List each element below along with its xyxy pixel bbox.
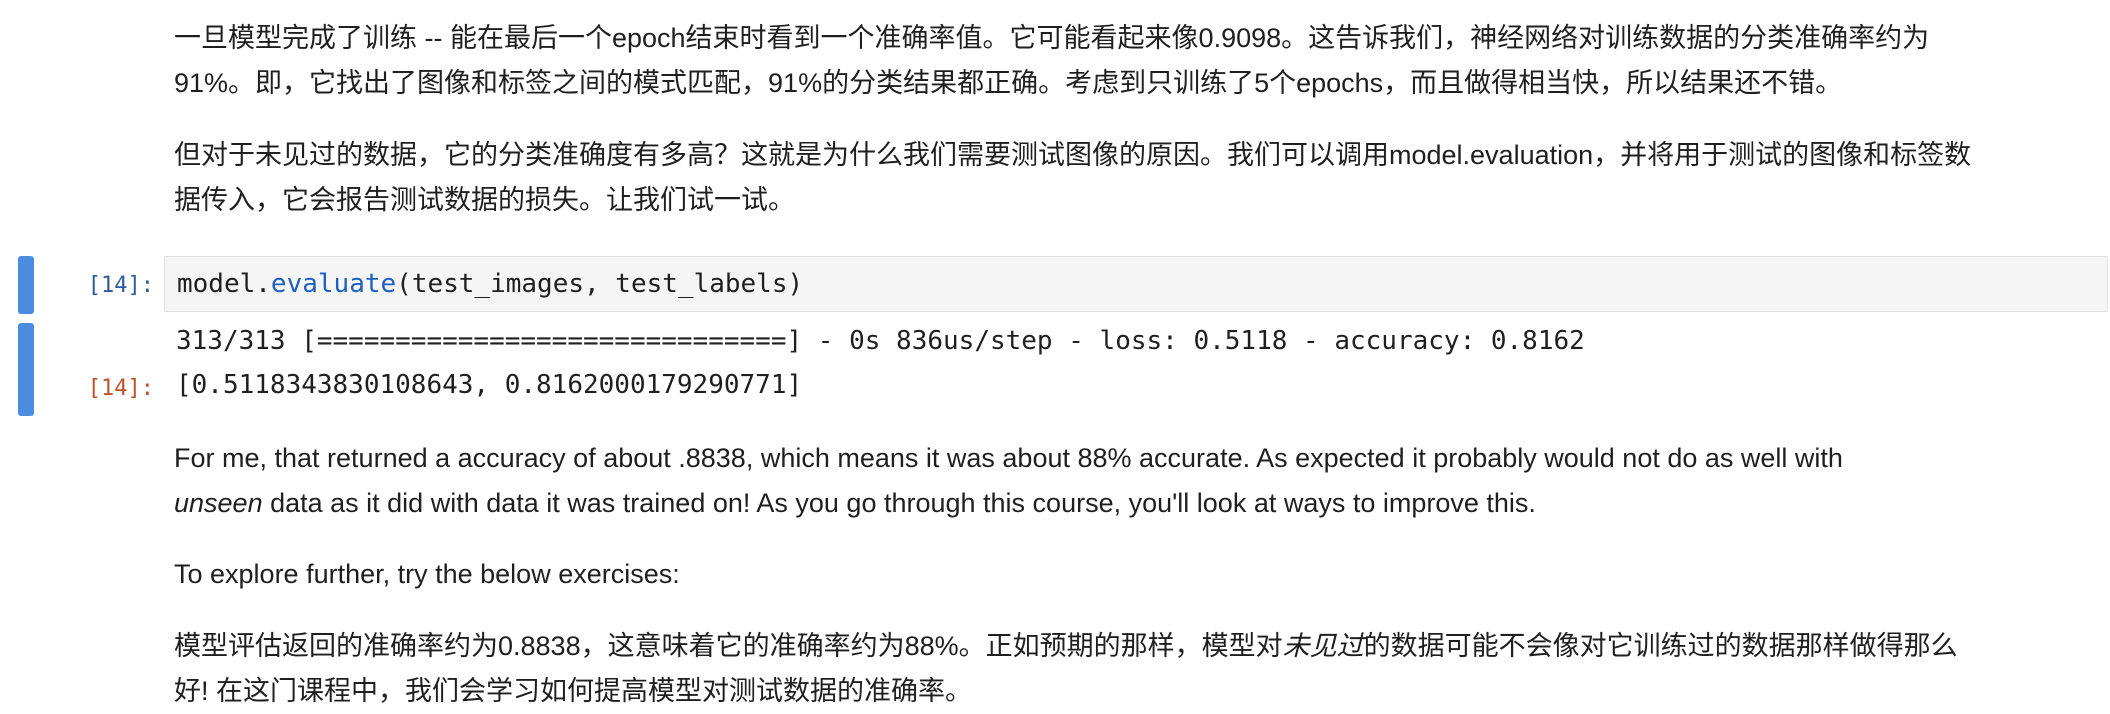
output-cell-selection-bar[interactable] xyxy=(18,323,34,416)
markdown-paragraph-accuracy-note-zh: 模型评估返回的准确率约为0.8838，这意味着它的准确率约为88%。正如预期的那… xyxy=(174,624,2054,714)
paragraph-line: For me, that returned a accuracy of abou… xyxy=(174,443,1843,473)
paragraph-line: 但对于未见过的数据，它的分类准确度有多高？这就是为什么我们需要测试图像的原因。我… xyxy=(174,140,1972,170)
italic-unseen: unseen xyxy=(174,488,263,518)
paragraph-line: 好! 在这门课程中，我们会学习如何提高模型对测试数据的准确率。 xyxy=(174,676,973,706)
code-arguments: (test_images, test_labels) xyxy=(396,269,804,299)
result-output: [0.5118343830108643, 0.8162000179290771] xyxy=(176,370,803,400)
markdown-paragraph-accuracy-note: For me, that returned a accuracy of abou… xyxy=(174,436,2054,526)
code-input-editor[interactable]: model.evaluate(test_images, test_labels) xyxy=(164,256,2108,312)
paragraph-line: 模型评估返回的准确率约为0.8838，这意味着它的准确率约为88%。正如预期的那… xyxy=(174,631,1283,661)
markdown-paragraph-test-intro: 但对于未见过的数据，它的分类准确度有多高？这就是为什么我们需要测试图像的原因。我… xyxy=(174,133,2054,223)
code-object: model. xyxy=(177,269,271,299)
paragraph-line: 91%。即，它找出了图像和标签之间的模式匹配，91%的分类结果都正确。考虑到只训… xyxy=(174,68,1843,98)
paragraph-line: 据传入，它会报告测试数据的损失。让我们试一试。 xyxy=(174,185,795,215)
paragraph-line: data as it did with data it was trained … xyxy=(262,488,1536,518)
markdown-paragraph-training-result: 一旦模型完成了训练 -- 能在最后一个epoch结束时看到一个准确率值。它可能看… xyxy=(174,16,2054,106)
input-cell-selection-bar[interactable] xyxy=(18,256,34,314)
code-function: evaluate xyxy=(270,269,397,299)
paragraph-line: 的数据可能不会像对它训练过的数据那样做得那么 xyxy=(1363,631,1958,661)
stream-output: 313/313 [==============================]… xyxy=(176,326,1585,356)
paragraph-line: To explore further, try the below exerci… xyxy=(174,559,680,589)
paragraph-line: 一旦模型完成了训练 -- 能在最后一个epoch结束时看到一个准确率值。它可能看… xyxy=(174,23,1930,53)
output-prompt: [14]: xyxy=(87,376,154,401)
input-prompt: [14]: xyxy=(87,273,154,298)
italic-unseen-zh: 未见过 xyxy=(1282,631,1364,661)
markdown-paragraph-explore: To explore further, try the below exerci… xyxy=(174,552,2054,597)
